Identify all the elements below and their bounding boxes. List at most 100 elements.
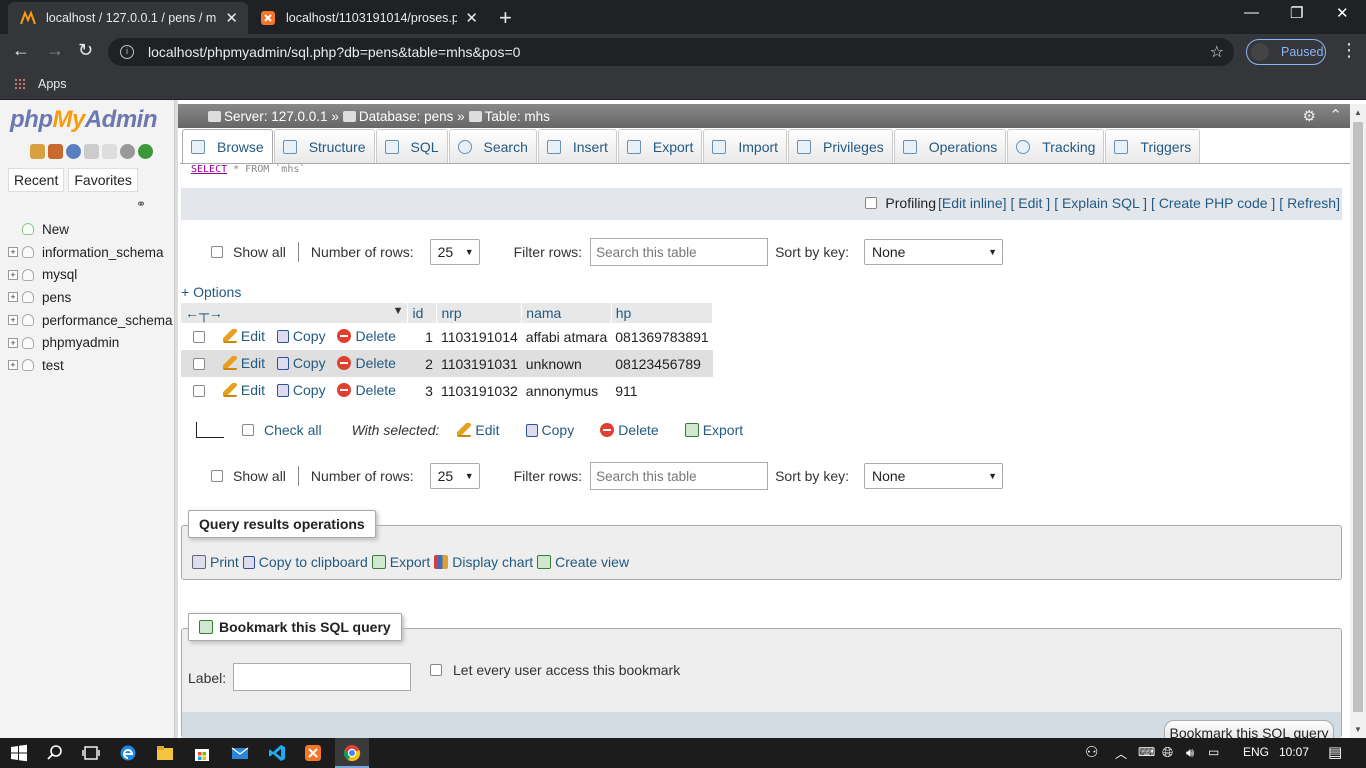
breadcrumb-database[interactable]: Database: pens » (342, 109, 465, 124)
filter-rows-input[interactable]: Search this table (590, 238, 769, 266)
browser-tab-phpmyadmin[interactable]: localhost / 127.0.0.1 / pens / mhs ✕ (8, 2, 248, 34)
tree-item-mysql[interactable]: + mysql (8, 263, 174, 286)
bulk-copy-button[interactable]: Copy (525, 422, 574, 438)
row-checkbox[interactable] (193, 384, 205, 397)
edit-link[interactable]: [ Edit ] (1011, 195, 1051, 211)
display-chart-link[interactable]: Display chart (434, 554, 533, 570)
battery-icon[interactable]: ▭ (1208, 745, 1219, 759)
tab-structure[interactable]: Structure (273, 129, 375, 163)
tree-item-test[interactable]: + test (8, 354, 174, 377)
close-tab-icon[interactable]: ✕ (225, 9, 238, 27)
xampp-icon[interactable] (304, 744, 322, 762)
tab-import[interactable]: Import (703, 129, 788, 163)
edit-row-button[interactable]: Edit (222, 382, 265, 398)
tree-item-information-schema[interactable]: + information_schema (8, 241, 174, 264)
expand-icon[interactable]: + (8, 337, 18, 348)
apps-bookmark[interactable]: Apps (14, 77, 67, 91)
bookmark-label-input[interactable] (233, 663, 411, 691)
scroll-down-icon[interactable]: ▼ (1354, 725, 1362, 734)
volume-icon[interactable]: 🔊︎ (1186, 745, 1194, 761)
cell-nama[interactable]: annonymus (522, 377, 611, 404)
show-all-checkbox[interactable] (211, 470, 223, 482)
edit-row-button[interactable]: Edit (222, 328, 265, 344)
chrome-taskbar-button[interactable] (335, 738, 369, 768)
docs-icon[interactable] (84, 144, 99, 159)
breadcrumb-table[interactable]: Table: mhs (468, 109, 550, 124)
rows-select[interactable]: 25 ▼ (429, 239, 480, 265)
cell-nama[interactable]: affabi atmara (522, 323, 611, 350)
tab-triggers[interactable]: Triggers (1105, 129, 1201, 163)
rows-select[interactable]: 25 ▼ (429, 463, 480, 489)
sort-dropdown-icon[interactable]: ▼ (393, 305, 404, 317)
edit-row-button[interactable]: Edit (222, 355, 265, 371)
store-icon[interactable] (193, 744, 211, 762)
every-user-checkbox[interactable] (430, 664, 442, 676)
copy-icon[interactable] (102, 144, 117, 159)
close-window-icon[interactable]: ✕ (1336, 4, 1349, 22)
copy-row-button[interactable]: Copy (276, 382, 326, 398)
copy-to-clipboard-link[interactable]: Copy to clipboard (242, 554, 368, 570)
logout-icon[interactable] (48, 144, 63, 159)
mail-icon[interactable] (231, 744, 249, 762)
edge-icon[interactable] (119, 744, 137, 762)
column-header-hp[interactable]: hp (611, 303, 714, 323)
scroll-up-icon[interactable]: ▲ (1354, 108, 1362, 117)
cell-nrp[interactable]: 1103191032 (437, 377, 522, 404)
tab-search[interactable]: Search (448, 129, 537, 163)
profiling-checkbox[interactable] (865, 197, 878, 209)
help-icon[interactable] (66, 144, 81, 159)
cell-nrp[interactable]: 1103191014 (437, 323, 522, 350)
column-resize-icon[interactable]: ←┬→ (185, 305, 223, 321)
tab-export[interactable]: Export (617, 129, 703, 163)
profile-button[interactable]: Paused (1246, 39, 1326, 65)
language-indicator[interactable]: ENG (1243, 745, 1269, 759)
tab-sql[interactable]: SQL (375, 129, 448, 163)
panel-resizer[interactable] (175, 100, 178, 738)
show-all-checkbox[interactable] (211, 246, 223, 258)
close-tab-icon[interactable]: ✕ (465, 9, 478, 27)
expand-icon[interactable]: + (8, 269, 18, 280)
windows-start-icon[interactable] (10, 744, 28, 762)
delete-row-button[interactable]: Delete (337, 382, 396, 398)
options-link[interactable]: + Options (181, 284, 241, 300)
cell-hp[interactable]: 08123456789 (611, 350, 713, 377)
reload-nav-icon[interactable] (138, 144, 153, 159)
cell-id[interactable]: 1 (408, 323, 437, 350)
expand-icon[interactable]: + (8, 360, 18, 371)
gear-icon[interactable] (120, 144, 135, 159)
recent-tab[interactable]: Recent (8, 168, 65, 192)
chevron-up-icon[interactable]: ︿ (1115, 745, 1127, 762)
copy-row-button[interactable]: Copy (276, 328, 326, 344)
expand-icon[interactable]: + (8, 247, 18, 258)
scrollbar-thumb[interactable] (1353, 122, 1363, 712)
people-icon[interactable]: ⚇ (1085, 743, 1098, 761)
address-bar[interactable]: i localhost/phpmyadmin/sql.php?db=pens&t… (108, 38, 1234, 66)
cell-hp[interactable]: 911 (611, 377, 712, 404)
print-link[interactable]: Print (192, 554, 239, 570)
ime-icon[interactable]: ⌨ (1138, 745, 1155, 759)
cell-hp[interactable]: 081369783891 (611, 323, 712, 350)
bulk-edit-button[interactable]: Edit (457, 422, 500, 438)
sql-keyword[interactable]: SELECT (191, 164, 227, 175)
search-icon[interactable] (46, 744, 64, 762)
tab-browse[interactable]: Browse (182, 129, 273, 163)
edit-inline-link[interactable]: [Edit inline] (938, 195, 1006, 211)
site-info-icon[interactable]: i (120, 45, 134, 59)
bulk-export-button[interactable]: Export (684, 422, 743, 438)
cell-id[interactable]: 3 (408, 377, 437, 404)
task-view-icon[interactable] (82, 744, 100, 762)
home-icon[interactable] (30, 144, 45, 159)
cell-nama[interactable]: unknown (521, 350, 612, 377)
create-view-link[interactable]: Create view (537, 554, 629, 570)
minimize-icon[interactable]: — (1244, 4, 1259, 21)
explain-sql-link[interactable]: [ Explain SQL ] (1054, 195, 1147, 211)
collapse-icon[interactable]: ⌃ (1329, 106, 1342, 124)
refresh-link[interactable]: [ Refresh] (1279, 195, 1340, 211)
phpmyadmin-logo[interactable]: phpMyAdmin (10, 106, 158, 134)
file-explorer-icon[interactable] (156, 744, 174, 762)
tab-privileges[interactable]: Privileges (788, 129, 893, 163)
row-checkbox[interactable] (193, 357, 205, 370)
expand-icon[interactable]: + (8, 292, 18, 303)
tab-tracking[interactable]: Tracking (1007, 129, 1105, 163)
cell-id[interactable]: 2 (407, 350, 437, 377)
